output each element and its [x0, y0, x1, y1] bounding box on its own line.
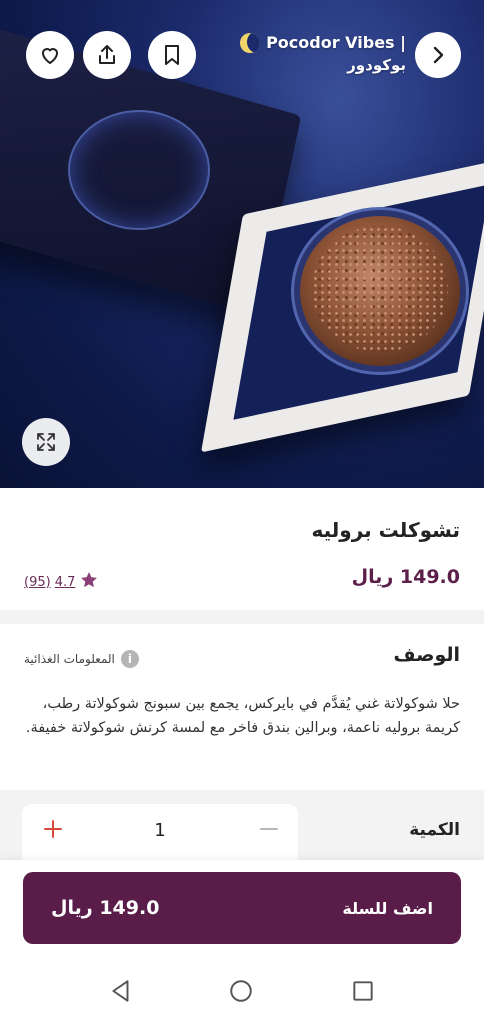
bookmark-button[interactable]	[148, 31, 196, 79]
decrease-quantity-button[interactable]	[254, 814, 284, 844]
product-rating[interactable]: (95) 4.7	[24, 570, 99, 594]
share-button[interactable]	[83, 31, 131, 79]
description-text: حلا شوكولاتة غني يُقدَّم في بايركس، يجمع…	[25, 696, 460, 736]
nav-back-button[interactable]	[108, 978, 134, 1004]
quantity-label: الكمية	[409, 820, 460, 840]
nutrition-info-link[interactable]: المعلومات الغذائية i	[24, 650, 139, 668]
next-button[interactable]	[415, 32, 461, 78]
image-box-lid	[68, 110, 210, 230]
nutrition-info-label[interactable]: المعلومات الغذائية	[24, 652, 115, 666]
store-badge[interactable]: Pocodor Vibes | بوكودور	[240, 32, 406, 76]
image-dessert-topping	[312, 226, 448, 352]
plus-icon	[44, 820, 62, 838]
product-info: تشوكلت بروليه 149.0 ريال (95) 4.7	[0, 488, 484, 610]
cart-price: 149.0 ريال	[51, 897, 160, 919]
circle-home-icon	[230, 980, 252, 1002]
square-recent-icon	[353, 981, 373, 1001]
add-to-cart-button[interactable]: 149.0 ريال اضف للسلة	[23, 872, 461, 944]
store-name-arabic: بوكودور	[347, 56, 406, 74]
star-icon	[79, 570, 99, 594]
quantity-value: 1	[154, 820, 166, 841]
quantity-stepper: 1	[22, 804, 298, 860]
triangle-back-icon	[112, 980, 129, 1002]
review-count[interactable]: (95)	[24, 575, 51, 590]
rating-value[interactable]: 4.7	[55, 575, 76, 590]
store-name: Pocodor Vibes |	[266, 33, 406, 52]
bottom-bar: 149.0 ريال اضف للسلة	[0, 860, 484, 956]
system-navigation-bar	[0, 956, 484, 1024]
nav-recent-apps-button[interactable]	[350, 978, 376, 1004]
heart-icon	[42, 48, 58, 64]
expand-icon	[37, 433, 55, 451]
increase-quantity-button[interactable]	[38, 814, 68, 844]
product-title: تشوكلت بروليه	[311, 518, 460, 542]
expand-image-button[interactable]	[22, 418, 70, 466]
description-title: الوصف	[393, 644, 460, 666]
bookmark-icon	[165, 45, 179, 65]
minus-icon	[260, 828, 278, 830]
share-icon	[99, 45, 115, 64]
info-icon: i	[120, 650, 139, 668]
cart-label: اضف للسلة	[342, 898, 433, 918]
nav-home-button[interactable]	[228, 978, 254, 1004]
quantity-section: الكمية 1	[0, 790, 484, 860]
favorite-button[interactable]	[26, 31, 74, 79]
product-price: 149.0 ريال	[351, 566, 460, 588]
chevron-right-icon	[433, 46, 444, 64]
product-image[interactable]: Pocodor Vibes | بوكودور	[0, 0, 484, 488]
section-divider	[0, 610, 484, 624]
moon-icon	[240, 33, 261, 53]
description-section: الوصف المعلومات الغذائية i حلا شوكولاتة …	[0, 624, 484, 790]
